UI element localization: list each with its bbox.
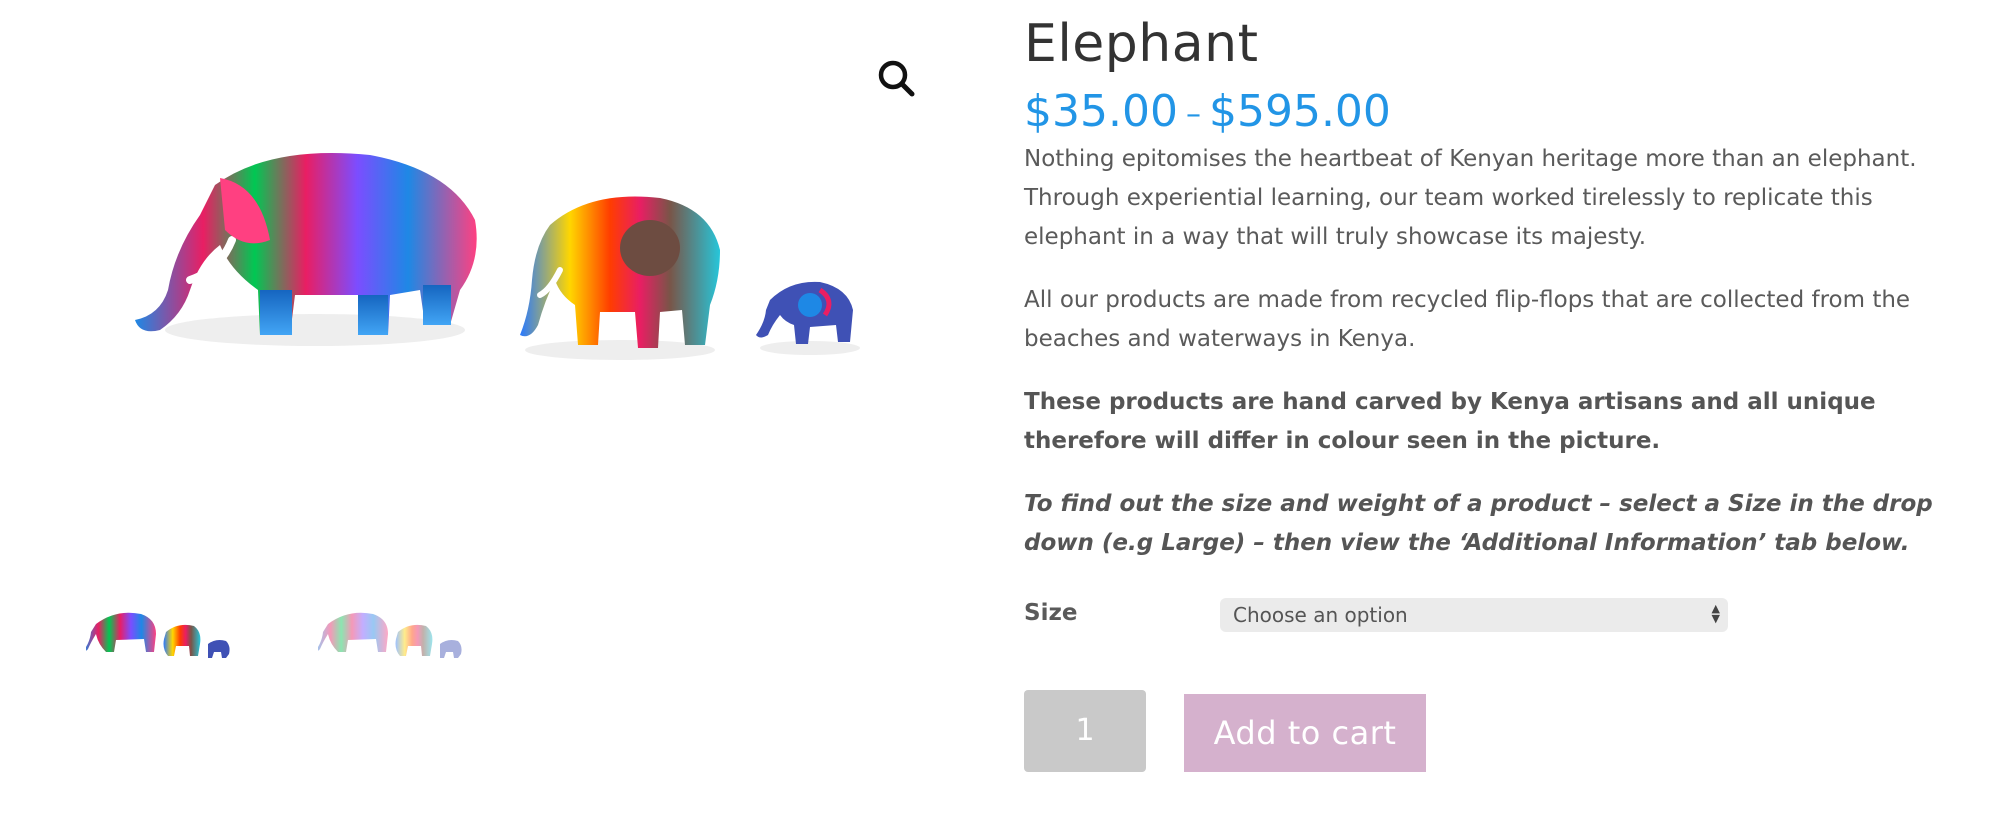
add-to-cart-button[interactable]: Add to cart [1184,694,1426,772]
size-select-value: Choose an option [1233,603,1408,627]
select-arrows-icon: ▲ ▼ [1711,602,1720,625]
medium-elephant [520,196,720,360]
product-title: Elephant [1024,14,1259,74]
large-elephant [135,153,477,346]
price-separator: – [1185,97,1201,132]
product-gallery [0,0,960,831]
price-range: $35.00– $595.00 [1024,86,1391,137]
zoom-button[interactable] [866,50,928,112]
size-label: Size [1024,600,1078,626]
product-page: Elephant $35.00– $595.00 Nothing epitomis… [0,0,2000,831]
magnifier-icon [878,60,915,97]
description-instructions: To find out the size and weight of a pro… [1024,491,1933,556]
description-notice: These products are hand carved by Kenya … [1024,389,1876,454]
price-max: $595.00 [1208,86,1391,137]
gallery-thumbnail-secondary[interactable] [318,604,468,664]
gallery-thumbnail[interactable] [86,604,236,664]
description-paragraph: All our products are made from recycled … [1024,287,1911,352]
small-elephant [756,281,860,355]
price-min: $35.00 [1024,86,1178,137]
description-paragraph: Nothing epitomises the heartbeat of Keny… [1024,146,1917,250]
main-product-image[interactable] [120,130,880,430]
quantity-input[interactable]: 1 [1024,690,1146,772]
product-description: Nothing epitomises the heartbeat of Keny… [1024,140,1954,587]
size-select[interactable]: Choose an option ▲ ▼ [1220,598,1728,632]
